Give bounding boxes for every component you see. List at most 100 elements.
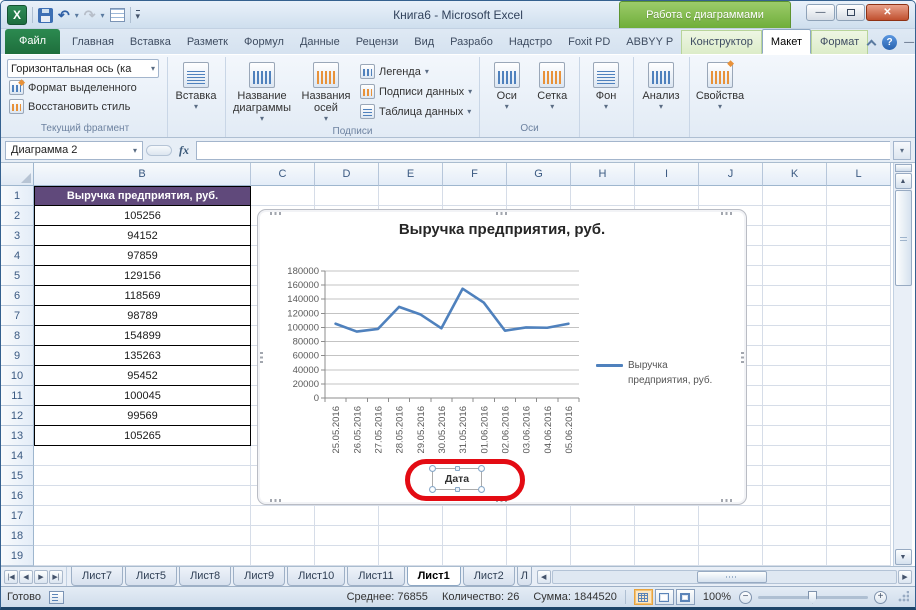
cell-K1[interactable] [763,186,827,206]
zoom-thumb[interactable] [808,591,817,604]
collapse-ribbon-icon[interactable] [867,39,877,49]
horizontal-scrollbar[interactable]: ◀ ▶ [534,567,915,586]
cell-J17[interactable] [699,506,763,526]
cell-B16[interactable] [34,486,251,506]
cell-K4[interactable] [763,246,827,266]
cell-K11[interactable] [763,386,827,406]
format-selection-button[interactable]: Формат выделенного [7,78,163,97]
cell-H17[interactable] [571,506,635,526]
cell-B15[interactable] [34,466,251,486]
cell-B5[interactable]: 129156 [34,266,251,286]
cell-L18[interactable] [827,526,891,546]
row-header-16[interactable]: 16 [1,486,34,506]
tab-Конструктор[interactable]: Конструктор [681,30,762,54]
scroll-up-icon[interactable]: ▲ [895,173,912,189]
cell-K9[interactable] [763,346,827,366]
close-button[interactable]: ✕ [866,4,909,21]
vertical-scrollbar[interactable]: ▲ ▼ [893,163,912,566]
sheet-tab-Лист11[interactable]: Лист11 [347,567,404,586]
cell-L13[interactable] [827,426,891,446]
cell-K14[interactable] [763,446,827,466]
chevron-down-icon[interactable]: ▾ [133,146,137,155]
tab-Файл[interactable]: Файл [5,29,60,54]
cell-K12[interactable] [763,406,827,426]
help-icon[interactable]: ? [882,35,897,50]
column-header-G[interactable]: G [507,163,571,186]
horizontal-scroll-track[interactable] [552,570,897,584]
cell-E18[interactable] [379,526,443,546]
maximize-button[interactable] [836,4,865,21]
row-header-13[interactable]: 13 [1,426,34,446]
cell-B13[interactable]: 105265 [34,426,251,446]
cell-G19[interactable] [507,546,571,566]
minimize-button[interactable]: — [806,4,835,21]
column-header-J[interactable]: J [699,163,763,186]
axis-titles-button[interactable]: Названия осей ▾ [294,59,358,124]
sheet-tab-Лист8[interactable]: Лист8 [179,567,231,586]
cell-G18[interactable] [507,526,571,546]
cell-L16[interactable] [827,486,891,506]
column-header-I[interactable]: I [635,163,699,186]
axes-button[interactable]: Оси ▾ [484,59,530,112]
tab-Главная[interactable]: Главная [64,31,122,54]
chart-object[interactable]: Выручка предприятия, руб. 02000040000600… [257,209,747,505]
row-header-4[interactable]: 4 [1,246,34,266]
first-sheet-icon[interactable]: |◀ [4,570,18,584]
horizontal-scroll-thumb[interactable] [697,571,767,583]
name-box[interactable]: Диаграмма 2 ▾ [5,141,143,160]
cell-K13[interactable] [763,426,827,446]
cell-H19[interactable] [571,546,635,566]
cell-K19[interactable] [763,546,827,566]
data-labels-button[interactable]: Подписи данных ▾ [358,82,474,101]
chart-element-selector[interactable]: Горизонтальная ось (ка ▾ [7,59,159,78]
macro-record-icon[interactable] [49,591,64,604]
cell-D18[interactable] [315,526,379,546]
tab-ABBYY P[interactable]: ABBYY P [618,31,681,54]
cell-J19[interactable] [699,546,763,566]
column-header-H[interactable]: H [571,163,635,186]
tab-Разрабо[interactable]: Разрабо [442,31,501,54]
cell-B6[interactable]: 118569 [34,286,251,306]
column-header-E[interactable]: E [379,163,443,186]
cell-C18[interactable] [251,526,315,546]
cell-B17[interactable] [34,506,251,526]
cell-E19[interactable] [379,546,443,566]
formula-bar-splitter[interactable] [146,145,172,156]
cell-K10[interactable] [763,366,827,386]
cell-L4[interactable] [827,246,891,266]
column-header-B[interactable]: B [34,163,251,186]
zoom-in-button[interactable]: + [874,591,887,604]
tab-Рецензи[interactable]: Рецензи [348,31,407,54]
cell-I17[interactable] [635,506,699,526]
scroll-right-icon[interactable]: ▶ [898,570,912,584]
cell-L2[interactable] [827,206,891,226]
cell-H18[interactable] [571,526,635,546]
sheet-tab-Л[interactable]: Л [517,567,532,586]
expand-formula-bar-icon[interactable]: ▾ [893,141,911,160]
cell-F1[interactable] [443,186,507,206]
cell-L8[interactable] [827,326,891,346]
cell-L10[interactable] [827,366,891,386]
formula-input[interactable] [196,141,890,160]
cell-E17[interactable] [379,506,443,526]
cell-B9[interactable]: 135263 [34,346,251,366]
cell-B10[interactable]: 95452 [34,366,251,386]
cell-C17[interactable] [251,506,315,526]
cell-B14[interactable] [34,446,251,466]
reset-style-button[interactable]: Восстановить стиль [7,97,163,116]
cell-L12[interactable] [827,406,891,426]
cell-L6[interactable] [827,286,891,306]
cell-B2[interactable]: 105256 [34,206,251,226]
cell-K15[interactable] [763,466,827,486]
sheet-tab-Лист9[interactable]: Лист9 [233,567,285,586]
column-header-C[interactable]: C [251,163,315,186]
cell-L17[interactable] [827,506,891,526]
workbook-minimize-button[interactable]: — [904,38,914,48]
cell-B3[interactable]: 94152 [34,226,251,246]
insert-button[interactable]: Вставка ▾ [172,59,220,112]
row-header-10[interactable]: 10 [1,366,34,386]
cell-K17[interactable] [763,506,827,526]
cell-L11[interactable] [827,386,891,406]
tab-Макет[interactable]: Макет [762,29,811,54]
column-header-K[interactable]: K [763,163,827,186]
